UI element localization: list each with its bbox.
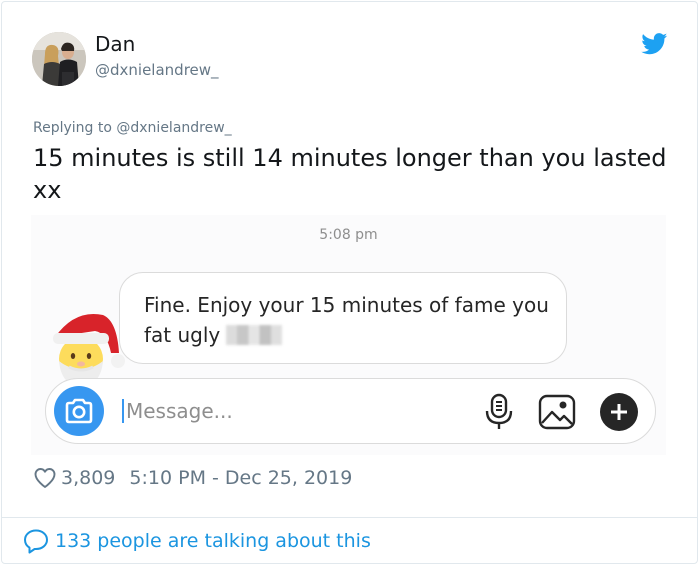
message-bubble[interactable]: Fine. Enjoy your 15 minutes of fame you … [119,272,567,364]
tweet-meta-row: 3,809 5:10 PM - Dec 25, 2019 [33,465,352,491]
tweet-timestamp[interactable]: 5:10 PM - Dec 25, 2019 [129,467,352,489]
divider [1,517,698,518]
plus-icon [611,404,627,420]
message-composer[interactable] [45,378,656,444]
like-count[interactable]: 3,809 [61,467,115,489]
text-cursor [122,399,124,423]
replying-to-line[interactable]: Replying to @dxnielandrew_ [33,120,232,136]
user-display-name[interactable]: Dan [95,32,135,56]
image-icon[interactable] [538,393,576,431]
santa-claus-emoji [53,313,125,387]
message-input[interactable] [126,396,426,426]
microphone-icon[interactable] [484,393,514,431]
conversation-count-text[interactable]: 133 people are talking about this [55,530,371,552]
message-text: Fine. Enjoy your 15 minutes of fame you … [144,290,554,350]
speech-bubble-icon [24,529,48,554]
conversation-link[interactable]: 133 people are talking about this [23,527,371,555]
message-text-content: Fine. Enjoy your 15 minutes of fame you … [144,293,549,347]
twitter-bird-icon[interactable] [641,33,668,55]
camera-button[interactable] [54,386,104,436]
heart-icon[interactable] [33,466,57,490]
censored-word-blur [226,325,283,345]
dm-screenshot[interactable]: 5:08 pm Fine. Enjoy your 15 minutes of f… [31,215,666,455]
add-button[interactable] [600,393,638,431]
avatar[interactable] [32,32,86,86]
user-handle[interactable]: @dxnielandrew_ [95,61,219,79]
chat-timestamp: 5:08 pm [319,227,378,243]
camera-icon [65,398,93,424]
tweet-text: 15 minutes is still 14 minutes longer th… [33,144,667,204]
